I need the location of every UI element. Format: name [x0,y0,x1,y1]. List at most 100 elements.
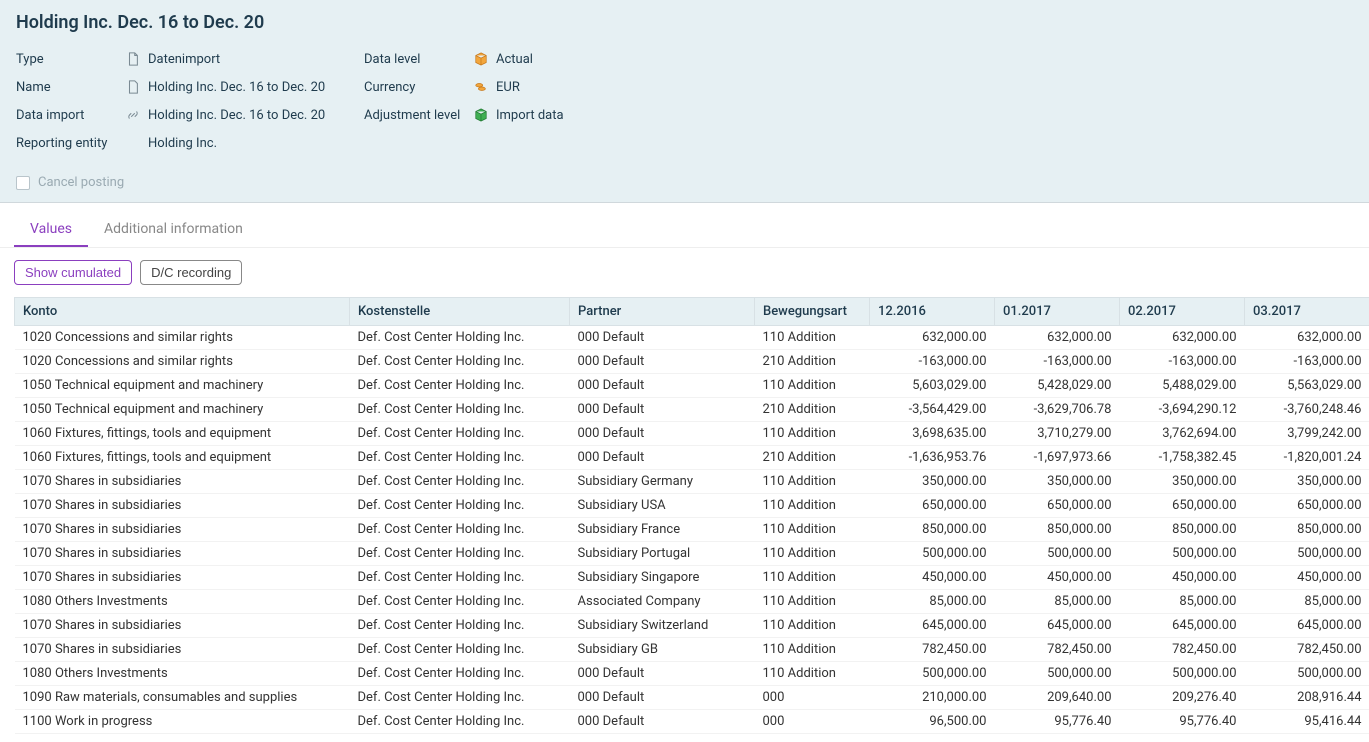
table-row[interactable]: 1020 Concessions and similar rightsDef. … [15,326,1369,350]
meta-value: Holding Inc. Dec. 16 to Dec. 20 [148,108,325,123]
cell: 450,000.00 [1245,566,1369,590]
cube-green-icon [472,108,490,122]
cell: 350,000.00 [1245,470,1369,494]
column-header[interactable]: Kostenstelle [350,298,570,326]
doc-icon [124,52,142,66]
cell: 650,000.00 [1245,494,1369,518]
cell: 1050 Technical equipment and machinery [15,398,350,422]
page-title: Holding Inc. Dec. 16 to Dec. 20 [16,12,1353,33]
cell: 350,000.00 [995,470,1120,494]
cell: 500,000.00 [870,542,995,566]
cell: 95,776.40 [995,710,1120,734]
tab-additional-information[interactable]: Additional information [88,213,259,247]
cell: 000 Default [570,422,755,446]
cell: 209,276.40 [1120,686,1245,710]
table-row[interactable]: 1060 Fixtures, fittings, tools and equip… [15,446,1369,470]
cell: Def. Cost Center Holding Inc. [350,446,570,470]
meta-row: Name Holding Inc. Dec. 16 to Dec. 20 [16,73,364,101]
table-row[interactable]: 1090 Raw materials, consumables and supp… [15,686,1369,710]
cell: Def. Cost Center Holding Inc. [350,542,570,566]
column-header[interactable]: 12.2016 [870,298,995,326]
show-cumulated-button[interactable]: Show cumulated [14,260,132,285]
column-header[interactable]: Konto [15,298,350,326]
file-icon [124,80,142,94]
cell: -163,000.00 [995,350,1120,374]
cell: -163,000.00 [1245,350,1369,374]
cell: 000 Default [570,398,755,422]
table-wrap: KontoKostenstellePartnerBewegungsart12.2… [0,297,1369,742]
cell: 450,000.00 [995,566,1120,590]
cell: 110 Addition [755,374,870,398]
cell: 1050 Technical equipment and machinery [15,374,350,398]
table-row[interactable]: 1070 Shares in subsidiariesDef. Cost Cen… [15,494,1369,518]
table-row[interactable]: 1070 Shares in subsidiariesDef. Cost Cen… [15,542,1369,566]
table-row[interactable]: 1100 Work in progressDef. Cost Center Ho… [15,710,1369,734]
cell: 350,000.00 [1120,470,1245,494]
cancel-posting-checkbox[interactable] [16,176,30,190]
cell: 500,000.00 [1245,662,1369,686]
column-header[interactable]: Partner [570,298,755,326]
coins-icon [472,80,490,94]
dc-recording-button[interactable]: D/C recording [140,260,242,285]
cell: 1060 Fixtures, fittings, tools and equip… [15,422,350,446]
cell: 632,000.00 [1120,326,1245,350]
cell: 782,450.00 [870,638,995,662]
cell: Def. Cost Center Holding Inc. [350,494,570,518]
meta-value: EUR [496,80,520,95]
table-row[interactable]: 1070 Shares in subsidiariesDef. Cost Cen… [15,518,1369,542]
cell: 500,000.00 [995,662,1120,686]
cell: 5,428,029.00 [995,374,1120,398]
cancel-posting-row: Cancel posting [16,175,1353,190]
table-row[interactable]: 1080 Others InvestmentsDef. Cost Center … [15,590,1369,614]
cell: -163,000.00 [870,350,995,374]
table-row[interactable]: 1070 Shares in subsidiariesDef. Cost Cen… [15,566,1369,590]
table-row[interactable]: 1070 Shares in subsidiariesDef. Cost Cen… [15,638,1369,662]
column-header[interactable]: 02.2017 [1120,298,1245,326]
cell: 450,000.00 [870,566,995,590]
table-row[interactable]: 1050 Technical equipment and machineryDe… [15,374,1369,398]
cell: 210,000.00 [870,686,995,710]
column-header[interactable]: 01.2017 [995,298,1120,326]
table-row[interactable]: 1070 Shares in subsidiariesDef. Cost Cen… [15,614,1369,638]
cell: Def. Cost Center Holding Inc. [350,422,570,446]
column-header[interactable]: 03.2017 [1245,298,1369,326]
meta-value: Import data [496,108,564,123]
cell: 000 Default [570,662,755,686]
cell: 95,776.40 [1120,710,1245,734]
cell: Def. Cost Center Holding Inc. [350,566,570,590]
cell: Def. Cost Center Holding Inc. [350,398,570,422]
cell: -3,760,248.46 [1245,398,1369,422]
meta-label: Reporting entity [16,136,124,151]
cell: 782,450.00 [1245,638,1369,662]
tab-values[interactable]: Values [14,213,88,247]
meta-row: CurrencyEUR [364,73,694,101]
meta-row: TypeDatenimport [16,45,364,73]
column-header[interactable]: Bewegungsart [755,298,870,326]
cell: 210 Addition [755,398,870,422]
cube-orange-icon [472,52,490,66]
cell: 650,000.00 [995,494,1120,518]
cell: Def. Cost Center Holding Inc. [350,686,570,710]
cell: Def. Cost Center Holding Inc. [350,638,570,662]
cell: 210 Addition [755,446,870,470]
cell: 110 Addition [755,542,870,566]
cell: 1070 Shares in subsidiaries [15,614,350,638]
cell: 000 Default [570,350,755,374]
meta-value: Holding Inc. [148,136,217,151]
cell: 110 Addition [755,326,870,350]
cell: -163,000.00 [1120,350,1245,374]
cell: 350,000.00 [870,470,995,494]
meta-value: Holding Inc. Dec. 16 to Dec. 20 [148,80,325,95]
meta-value: Actual [496,52,533,67]
table-row[interactable]: 1060 Fixtures, fittings, tools and equip… [15,422,1369,446]
cell: Def. Cost Center Holding Inc. [350,350,570,374]
cell: 000 Default [570,446,755,470]
cell: 110 Addition [755,662,870,686]
cell: 110 Addition [755,590,870,614]
table-row[interactable]: 1080 Others InvestmentsDef. Cost Center … [15,662,1369,686]
table-row[interactable]: 1020 Concessions and similar rightsDef. … [15,350,1369,374]
table-row[interactable]: 1050 Technical equipment and machineryDe… [15,398,1369,422]
meta-label: Name [16,80,124,95]
table-row[interactable]: 1070 Shares in subsidiariesDef. Cost Cen… [15,470,1369,494]
cell: 1070 Shares in subsidiaries [15,518,350,542]
